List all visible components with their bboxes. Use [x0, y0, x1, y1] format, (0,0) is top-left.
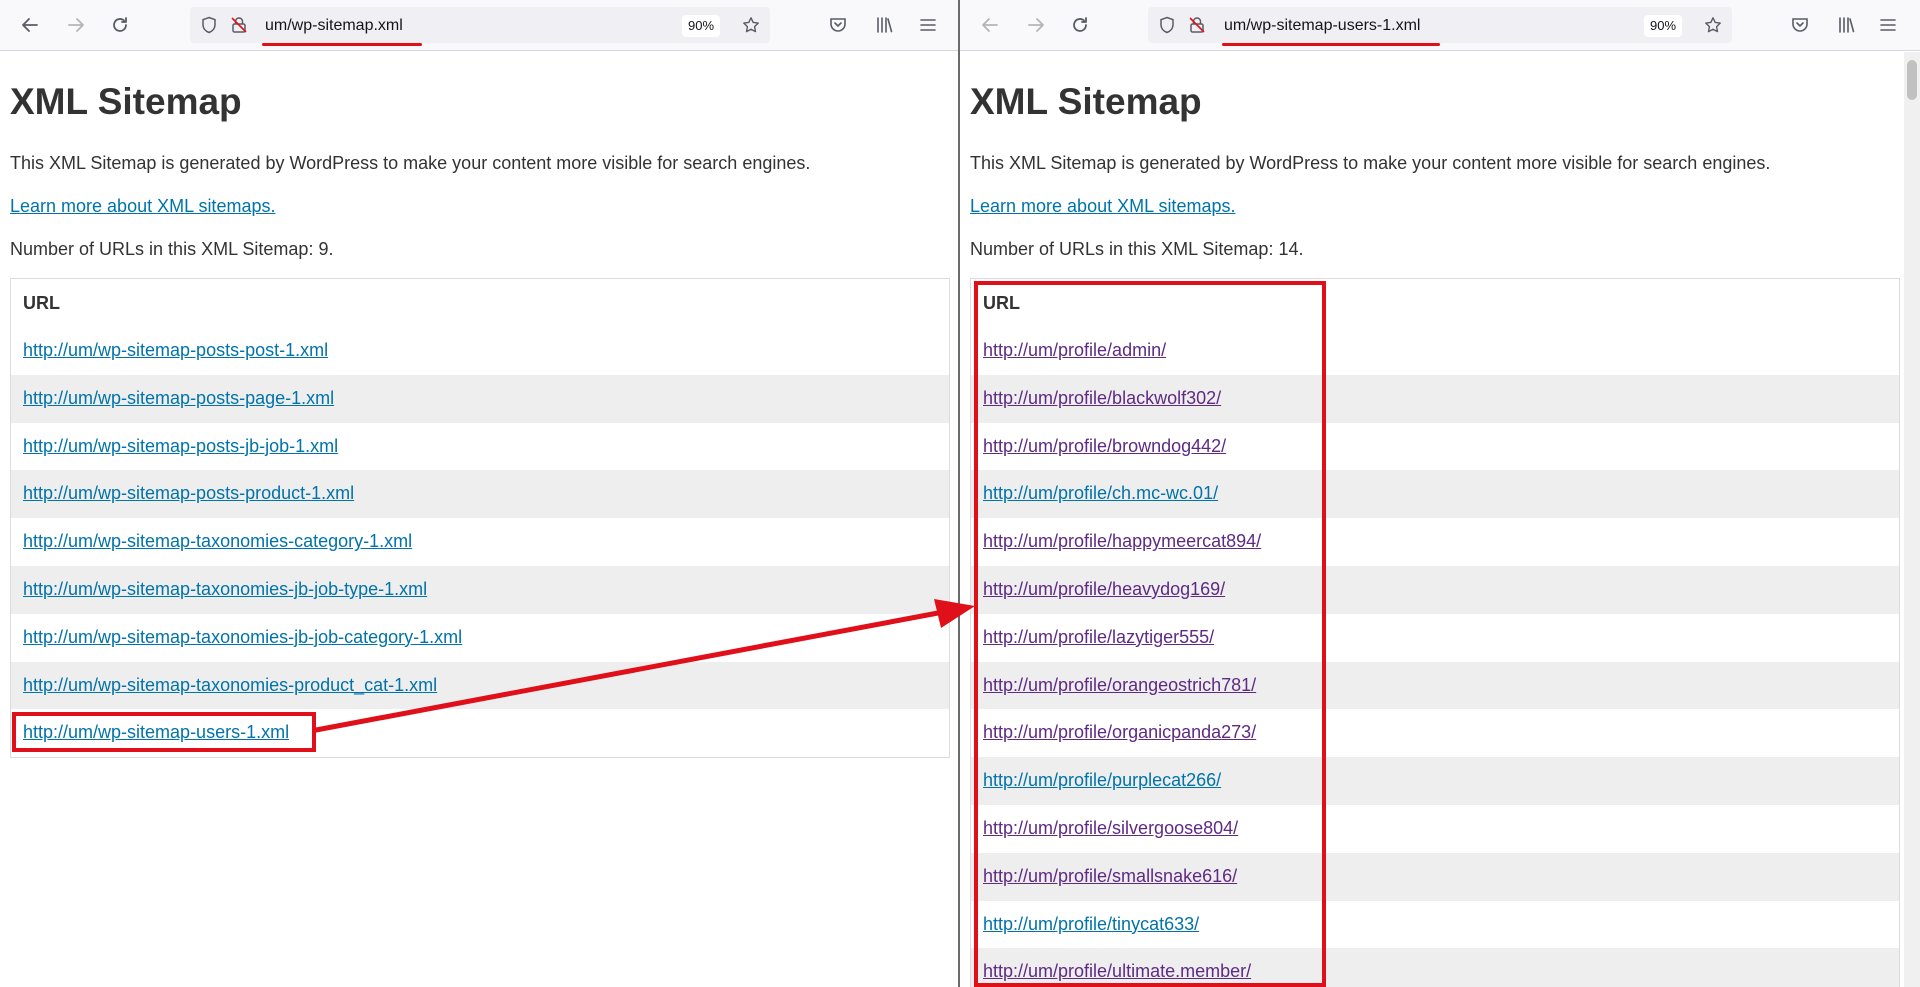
forward-button[interactable]	[60, 9, 92, 41]
learn-more-link[interactable]: Learn more about XML sitemaps.	[10, 196, 275, 217]
sitemap-url-link[interactable]: http://um/wp-sitemap-posts-jb-job-1.xml	[23, 436, 338, 456]
browser-window-right: um/wp-sitemap-users-1.xml 90% XML Sitema…	[960, 0, 1920, 987]
page-title: XML Sitemap	[10, 81, 242, 122]
page-description: This XML Sitemap is generated by WordPre…	[970, 153, 1771, 173]
library-button[interactable]	[868, 9, 900, 41]
table-row: http://um/wp-sitemap-taxonomies-product_…	[11, 661, 949, 710]
browser-window-left: um/wp-sitemap.xml 90% XML Sitemap This X…	[0, 0, 958, 987]
arrow-right-icon	[1028, 18, 1044, 32]
pocket-icon	[1792, 18, 1808, 32]
hamburger-menu-icon	[1880, 19, 1896, 31]
table-row: http://um/wp-sitemap-posts-post-1.xml	[11, 327, 949, 375]
annotation-highlight-box	[12, 712, 316, 752]
menu-button[interactable]	[912, 9, 944, 41]
library-icon	[877, 17, 893, 33]
sitemap-url-link[interactable]: http://um/wp-sitemap-taxonomies-jb-job-t…	[23, 579, 427, 599]
annotation-underline	[1222, 43, 1440, 46]
reload-icon	[1073, 17, 1087, 32]
table-row: http://um/wp-sitemap-taxonomies-jb-job-t…	[11, 565, 949, 614]
sitemap-url-link[interactable]: http://um/wp-sitemap-taxonomies-category…	[23, 531, 412, 551]
library-button[interactable]	[1830, 9, 1862, 41]
zoom-indicator[interactable]: 90%	[682, 15, 721, 37]
annotation-highlight-box	[974, 281, 1326, 987]
shield-icon[interactable]	[1158, 16, 1176, 34]
column-header-url: URL	[23, 293, 60, 313]
page-title: XML Sitemap	[970, 81, 1202, 122]
arrow-left-icon	[22, 18, 38, 32]
reload-button[interactable]	[1064, 9, 1096, 41]
pocket-button[interactable]	[1784, 9, 1816, 41]
url-text[interactable]: um/wp-sitemap-users-1.xml	[1224, 17, 1420, 35]
sitemap-url-link[interactable]: http://um/wp-sitemap-taxonomies-jb-job-c…	[23, 627, 462, 647]
pocket-button[interactable]	[822, 9, 854, 41]
url-count-text: Number of URLs in this XML Sitemap: 9.	[10, 239, 334, 259]
shield-icon[interactable]	[200, 16, 218, 34]
sitemap-table: URL http://um/wp-sitemap-posts-post-1.xm…	[10, 278, 950, 759]
annotation-underline	[262, 43, 422, 46]
table-row: http://um/wp-sitemap-posts-page-1.xml	[11, 374, 949, 423]
table-row: http://um/wp-sitemap-taxonomies-category…	[11, 518, 949, 566]
table-body: http://um/wp-sitemap-posts-post-1.xml htt…	[11, 327, 949, 757]
bookmark-star-icon[interactable]	[1704, 16, 1722, 34]
back-button[interactable]	[974, 9, 1006, 41]
table-row: http://um/wp-sitemap-posts-product-1.xml	[11, 470, 949, 519]
sitemap-url-link[interactable]: http://um/wp-sitemap-posts-page-1.xml	[23, 388, 334, 408]
url-bar[interactable]: um/wp-sitemap-users-1.xml 90%	[1148, 7, 1732, 46]
sitemap-url-link[interactable]: http://um/wp-sitemap-taxonomies-product_…	[23, 675, 437, 695]
zoom-indicator[interactable]: 90%	[1644, 15, 1683, 37]
table-row: http://um/wp-sitemap-taxonomies-jb-job-c…	[11, 614, 949, 662]
browser-toolbar: um/wp-sitemap-users-1.xml 90%	[960, 0, 1920, 51]
menu-button[interactable]	[1872, 9, 1904, 41]
insecure-lock-icon[interactable]	[230, 16, 248, 34]
arrow-left-icon	[982, 18, 998, 32]
url-bar[interactable]: um/wp-sitemap.xml 90%	[190, 7, 770, 46]
arrow-right-icon	[68, 18, 84, 32]
url-text[interactable]: um/wp-sitemap.xml	[265, 17, 403, 35]
reload-icon	[113, 17, 127, 32]
sitemap-url-link[interactable]: http://um/wp-sitemap-posts-post-1.xml	[23, 340, 328, 360]
url-count-text: Number of URLs in this XML Sitemap: 14.	[970, 239, 1304, 259]
back-button[interactable]	[14, 9, 46, 41]
pocket-icon	[830, 18, 846, 32]
scrollbar-track[interactable]	[1904, 52, 1920, 987]
scrollbar-thumb[interactable]	[1907, 60, 1917, 100]
bookmark-star-icon[interactable]	[742, 16, 760, 34]
learn-more-link[interactable]: Learn more about XML sitemaps.	[970, 196, 1235, 217]
hamburger-menu-icon	[920, 19, 936, 31]
page-description: This XML Sitemap is generated by WordPre…	[10, 153, 811, 173]
sitemap-url-link[interactable]: http://um/wp-sitemap-posts-product-1.xml	[23, 483, 354, 503]
forward-button[interactable]	[1020, 9, 1052, 41]
reload-button[interactable]	[104, 9, 136, 41]
library-icon	[1839, 17, 1855, 33]
browser-toolbar: um/wp-sitemap.xml 90%	[0, 0, 958, 51]
table-row: http://um/wp-sitemap-posts-jb-job-1.xml	[11, 423, 949, 471]
insecure-lock-icon[interactable]	[1188, 16, 1206, 34]
